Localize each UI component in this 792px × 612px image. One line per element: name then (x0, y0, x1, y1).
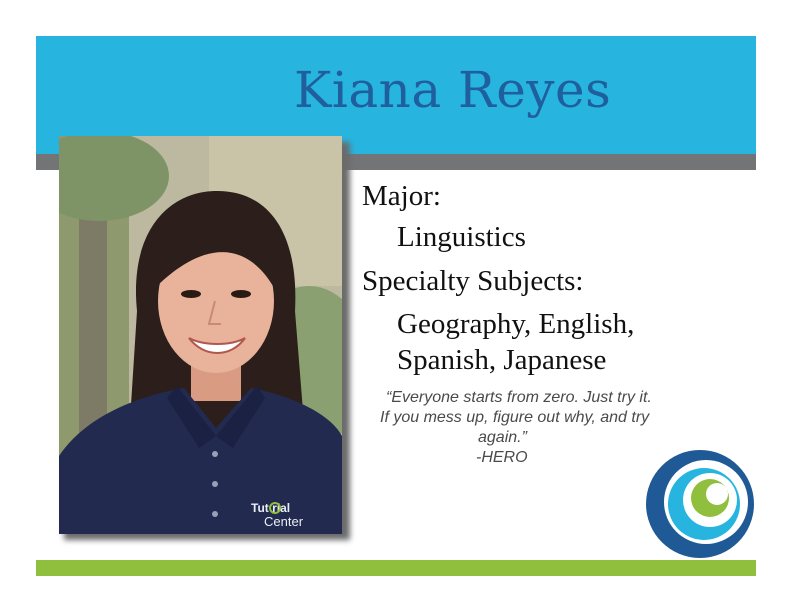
specialty-subjects-line-2: Spanish, Japanese (397, 344, 607, 376)
footer-bar (36, 560, 756, 576)
quote-line-1: “Everyone starts from zero. Just try it. (386, 389, 652, 406)
major-label: Major: (362, 180, 441, 212)
quote-line-2: If you mess up, figure out why, and try (380, 409, 650, 426)
specialty-subjects-line-1: Geography, English, (397, 308, 635, 340)
tutorial-center-logo-icon (646, 450, 754, 558)
tutor-name: Kiana Reyes (294, 61, 612, 119)
shirt-logo-text-2: Center (264, 514, 304, 529)
specialty-subjects-label: Specialty Subjects: (362, 265, 584, 297)
tutor-photo: Tut rial Center (59, 136, 342, 534)
quote-line-3: again.” (478, 429, 527, 446)
major-value: Linguistics (397, 221, 526, 253)
portrait-illustration: Tut rial Center (59, 136, 342, 534)
